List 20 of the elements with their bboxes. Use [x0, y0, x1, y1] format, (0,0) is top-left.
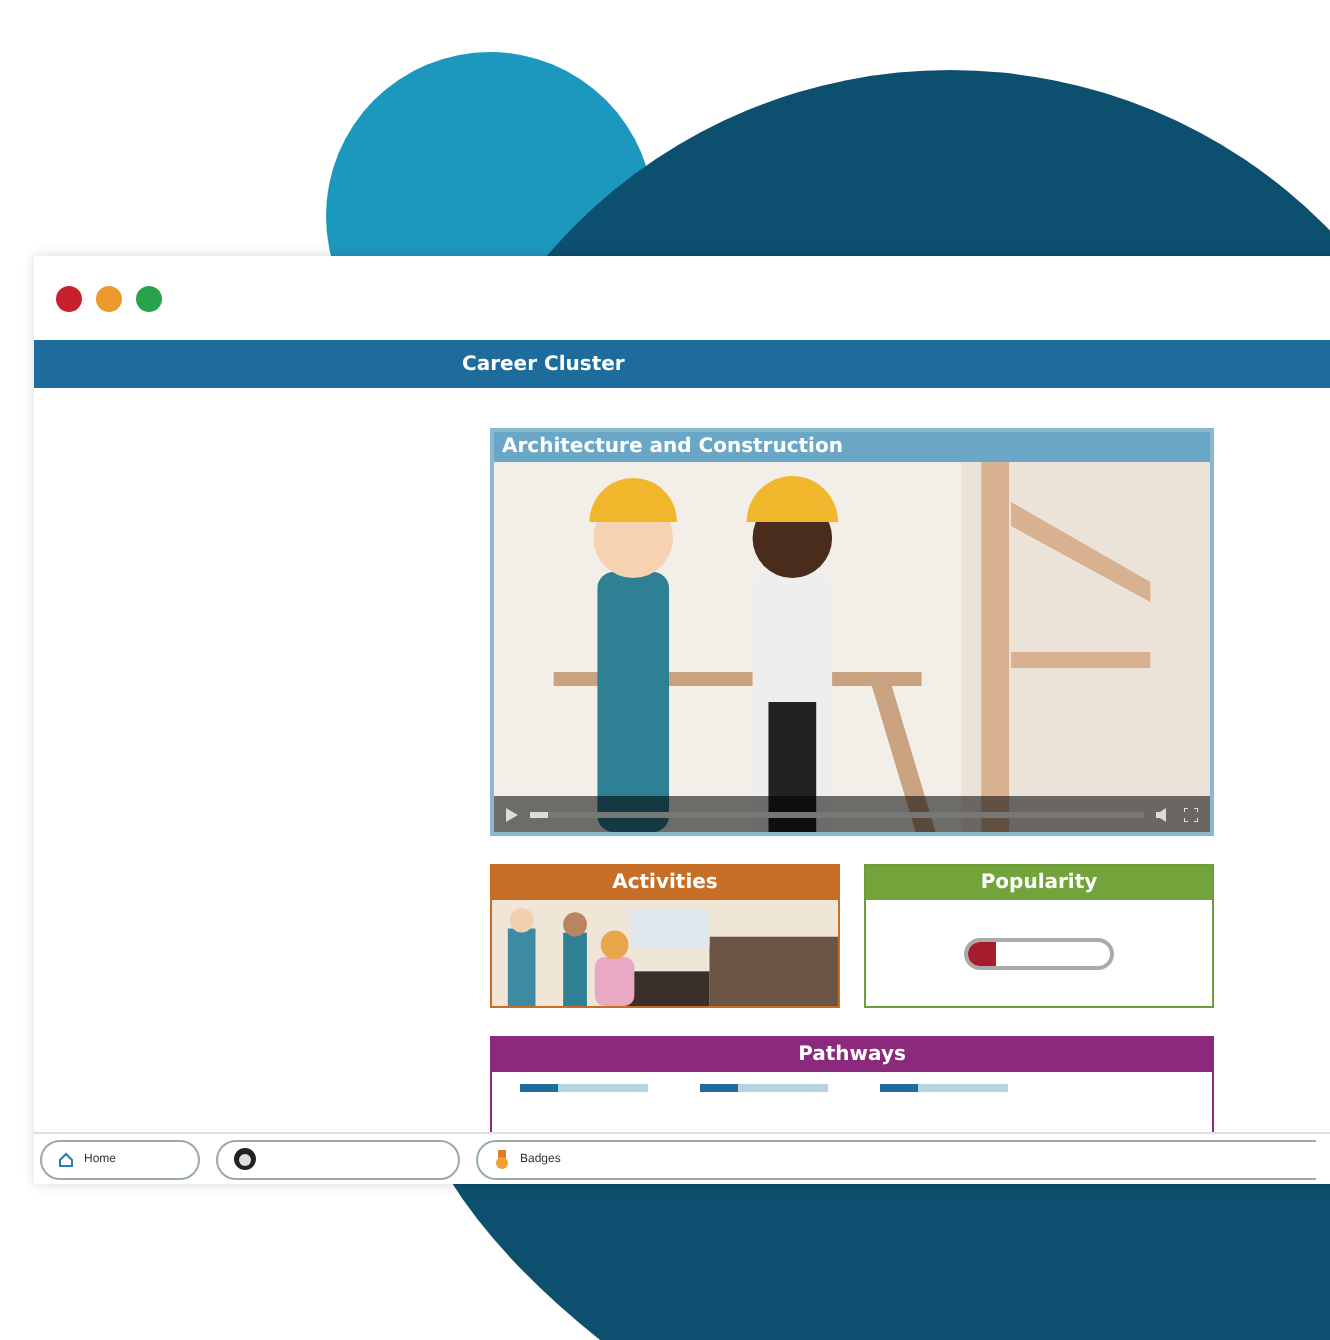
play-icon[interactable]	[506, 807, 518, 821]
volume-icon[interactable]	[1156, 807, 1172, 821]
maximize-dot[interactable]	[136, 285, 162, 311]
minimize-dot[interactable]	[96, 285, 122, 311]
pathway-progress	[700, 1084, 828, 1092]
page-title: Career Cluster	[462, 353, 625, 375]
home-icon	[58, 1151, 74, 1167]
pathway-progress	[880, 1084, 1008, 1092]
progress-track[interactable]	[530, 811, 1144, 817]
avatar-icon	[234, 1148, 256, 1170]
profile-button[interactable]	[216, 1139, 460, 1179]
close-dot[interactable]	[56, 285, 82, 311]
fullscreen-icon[interactable]	[1184, 807, 1198, 821]
activities-card[interactable]: Activities	[490, 864, 840, 1008]
card-title: Activities	[492, 866, 838, 900]
card-title: Popularity	[866, 866, 1212, 900]
video-title: Architecture and Construction	[494, 432, 1210, 462]
medal-icon	[494, 1149, 510, 1169]
card-title: Pathways	[492, 1038, 1212, 1072]
pathway-progress	[520, 1084, 648, 1092]
